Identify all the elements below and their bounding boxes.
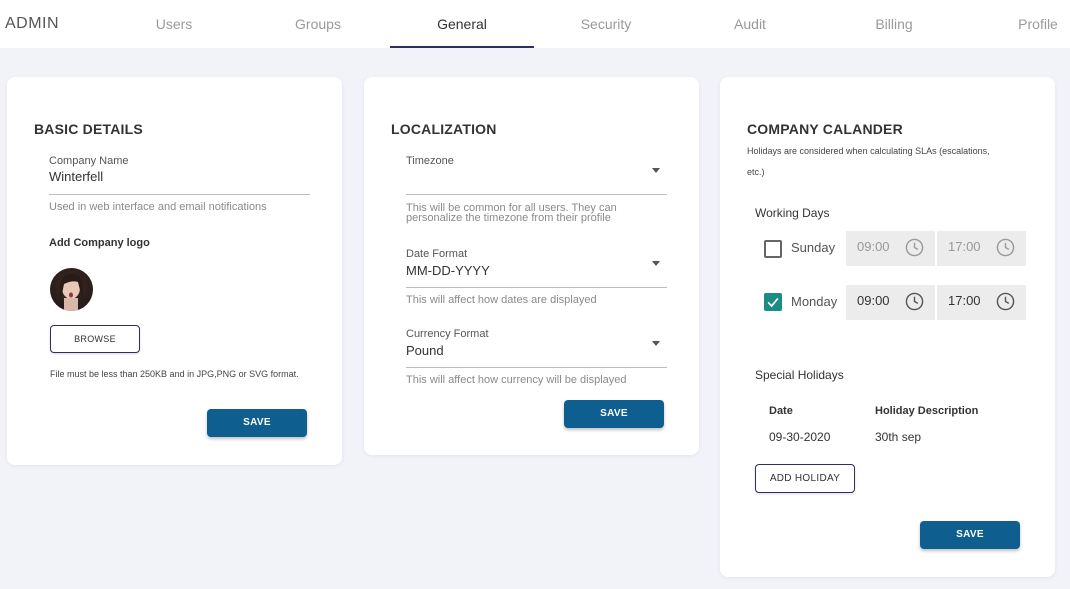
logo-label: Add Company logo [49,237,150,249]
browse-button[interactable]: BROWSE [50,325,140,353]
check-icon [767,297,779,308]
app-brand: ADMIN [5,15,60,32]
add-holiday-button[interactable]: ADD HOLIDAY [755,464,855,493]
sunday-start-value: 09:00 [857,239,890,254]
avatar-image [60,273,83,311]
timezone-select[interactable] [406,169,666,189]
clock-icon[interactable] [996,292,1015,311]
sunday-end-value: 17:00 [948,239,981,254]
chevron-down-icon[interactable] [652,341,660,346]
company-name-underline [49,194,310,195]
monday-checkbox[interactable] [764,293,782,311]
basic-details-card: BASIC DETAILS Company Name Winterfell Us… [7,77,342,465]
clock-icon[interactable] [905,292,924,311]
top-nav: ADMIN Users Groups General Security Audi… [0,0,1070,48]
card-title: BASIC DETAILS [34,121,143,137]
date-format-select[interactable]: MM-DD-YYYY [406,263,666,283]
holiday-date: 09-30-2020 [769,430,831,444]
currency-format-label: Currency Format [406,328,489,340]
monday-start-value: 09:00 [857,293,890,308]
timezone-label: Timezone [406,155,454,167]
holiday-description: 30th sep [875,430,922,444]
card-title: LOCALIZATION [391,121,497,137]
currency-format-select[interactable]: Pound [406,343,666,363]
tab-general[interactable]: General [390,0,534,48]
monday-end-time[interactable]: 17:00 [937,285,1026,320]
currency-format-hint: This will affect how currency will be di… [406,374,627,386]
special-holidays-title: Special Holidays [755,368,844,382]
company-name-input[interactable]: Winterfell [49,169,309,189]
save-button[interactable]: SAVE [207,409,307,437]
save-button[interactable]: SAVE [920,521,1020,549]
clock-icon[interactable] [996,238,1015,257]
company-name-label: Company Name [49,155,129,167]
holiday-table-header-description: Holiday Description [875,405,979,417]
sunday-label: Sunday [791,240,836,255]
tab-profile[interactable]: Profile [966,0,1070,48]
monday-start-time[interactable]: 09:00 [846,285,935,320]
clock-icon[interactable] [905,238,924,257]
file-hint: File must be less than 250KB and in JPG,… [50,369,299,379]
monday-label: Monday [791,294,838,309]
chevron-down-icon[interactable] [652,261,660,266]
working-days-title: Working Days [755,206,830,220]
sunday-end-time[interactable]: 17:00 [937,231,1026,266]
currency-format-underline [406,367,667,368]
tab-users[interactable]: Users [102,0,246,48]
calendar-subtitle-line-2: etc.) [747,167,765,177]
monday-end-value: 17:00 [948,293,981,308]
company-logo-avatar [50,268,93,311]
timezone-hint-line-2: personalize the timezone from their prof… [406,212,611,224]
tab-groups[interactable]: Groups [246,0,390,48]
date-format-label: Date Format [406,248,468,260]
sunday-checkbox[interactable] [764,240,782,258]
card-title: COMPANY CALANDER [747,121,903,137]
chevron-down-icon[interactable] [652,168,660,173]
date-format-hint: This will affect how dates are displayed [406,294,597,306]
tab-security[interactable]: Security [534,0,678,48]
tab-audit[interactable]: Audit [678,0,822,48]
company-calendar-card: COMPANY CALANDER Holidays are considered… [720,77,1055,577]
save-button[interactable]: SAVE [564,400,664,428]
holiday-table-header-date: Date [769,405,793,417]
company-name-hint: Used in web interface and email notifica… [49,201,267,213]
sunday-start-time[interactable]: 09:00 [846,231,935,266]
tab-bar: Users Groups General Security Audit Bill… [102,0,1070,48]
date-format-underline [406,287,667,288]
calendar-subtitle-line-1: Holidays are considered when calculating… [747,146,990,156]
timezone-underline [406,194,667,195]
tab-billing[interactable]: Billing [822,0,966,48]
localization-card: LOCALIZATION Timezone This will be commo… [364,77,699,455]
